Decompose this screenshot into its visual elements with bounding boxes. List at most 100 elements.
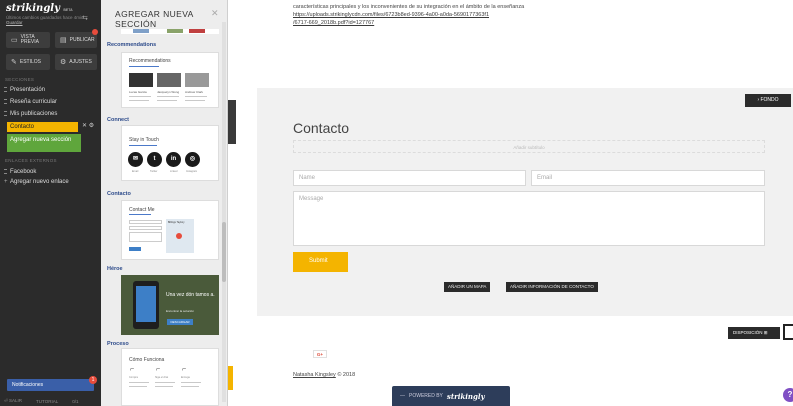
footer-section bbox=[257, 316, 793, 406]
category-recommendations: Recommendations bbox=[107, 42, 157, 48]
autosave-status: Últimos cambios guardados hace 4min. Gua… bbox=[6, 15, 85, 25]
template-card-contact[interactable]: Contact Me Billings Taylory bbox=[121, 200, 219, 260]
card-name: Jacquelyn Wong bbox=[157, 90, 180, 94]
hero-subtitle: Encontrar la solución bbox=[166, 309, 195, 313]
publish-badge bbox=[92, 29, 98, 35]
submit-button[interactable]: Submit bbox=[293, 252, 348, 272]
category-contact: Contacto bbox=[107, 191, 131, 197]
brush-icon: ✎ bbox=[11, 58, 17, 66]
template-card-connect[interactable]: Stay in Touch ✉ t in ◎ Email Twitter Lin… bbox=[121, 125, 219, 181]
strikingly-brand: strikingly bbox=[446, 391, 485, 401]
message-field[interactable]: Message bbox=[293, 191, 765, 246]
name-field[interactable]: Name bbox=[293, 170, 526, 186]
card-subline bbox=[129, 145, 157, 146]
text-line bbox=[157, 100, 177, 101]
card-title: Recommendations bbox=[129, 58, 171, 64]
category-connect: Connect bbox=[107, 117, 129, 123]
layout-button[interactable]: DISPOSICIÓN ⊞ bbox=[728, 327, 780, 339]
icon-label: Instagram bbox=[186, 170, 198, 173]
tutorial-button[interactable]: TUTORIAL bbox=[36, 399, 58, 404]
add-link-button[interactable]: + Agregar nuevo enlace bbox=[0, 179, 101, 195]
email-icon: ✉ bbox=[128, 152, 143, 167]
card-title: Stay in Touch bbox=[129, 137, 159, 143]
icon-label: Twitter bbox=[150, 170, 158, 173]
notifications-button[interactable]: Notificaciones bbox=[7, 379, 94, 391]
copyright: Natasha Kingsley © 2018 bbox=[293, 372, 355, 378]
copyright-name[interactable]: Natasha Kingsley bbox=[293, 372, 336, 378]
text-line bbox=[155, 382, 175, 383]
text-line bbox=[181, 386, 199, 387]
copyright-year: © 2018 bbox=[337, 372, 356, 378]
sidebar-item-contacto[interactable]: Contacto bbox=[7, 122, 78, 132]
background-button[interactable]: › FONDO bbox=[745, 94, 791, 107]
add-map-button[interactable]: AÑADIR UN MAPA bbox=[444, 282, 491, 292]
styles-button[interactable]: ✎ ESTILOS bbox=[6, 54, 50, 70]
step-icon: ⌐ bbox=[156, 366, 161, 373]
text-line bbox=[185, 96, 207, 97]
mini-input bbox=[129, 226, 162, 230]
map-label: Billings Taylory bbox=[168, 221, 185, 224]
add-contact-info-button[interactable]: AÑADIR INFORMACIÓN DE CONTACTO bbox=[506, 282, 598, 292]
step-label: Siga el chat bbox=[155, 376, 169, 379]
section-tab[interactable] bbox=[228, 366, 233, 390]
section-toggle[interactable] bbox=[783, 324, 793, 340]
powered-by-banner[interactable]: — POWERED BY strikingly bbox=[392, 386, 510, 406]
editor-sidebar: strikingly BETA Últimos cambios guardado… bbox=[0, 0, 101, 406]
powered-label: POWERED BY bbox=[409, 393, 443, 399]
share-icon[interactable]: ⇆ bbox=[82, 14, 88, 22]
sidebar-item-presentacion[interactable]: Presentación bbox=[0, 84, 101, 95]
pdf-link-cont[interactable]: /6717-669_2018b.pdf?id=127767 bbox=[293, 20, 374, 26]
sidebar-item-publicaciones[interactable]: Mis publicaciones bbox=[0, 108, 101, 119]
text-line bbox=[157, 96, 179, 97]
step-icon: ⌐ bbox=[182, 366, 187, 373]
publish-button[interactable]: ▤ PUBLICAR bbox=[55, 32, 97, 48]
collapse-icon: — bbox=[400, 393, 405, 399]
card-title: Cómo Funciona bbox=[129, 357, 165, 363]
twitter-icon: t bbox=[147, 152, 162, 167]
delete-icon[interactable]: ✕ bbox=[82, 123, 87, 129]
exit-button[interactable]: ⏎ SALIR bbox=[4, 398, 22, 404]
gear-icon[interactable]: ⚙ bbox=[89, 123, 94, 129]
card-title: Contact Me bbox=[129, 207, 155, 213]
subtitle-placeholder[interactable]: Añadir subtítulo bbox=[293, 140, 765, 153]
drag-handle-icon bbox=[4, 111, 7, 116]
template-card-recommendations[interactable]: Recommendations Lucas Garcia Jacquelyn W… bbox=[121, 52, 219, 108]
contact-title[interactable]: Contacto bbox=[293, 120, 349, 136]
text-line bbox=[129, 386, 147, 387]
sidebar-item-facebook[interactable]: Facebook bbox=[0, 166, 101, 177]
card-subline bbox=[129, 66, 159, 67]
pdf-link[interactable]: https://uploads.strikinglycdn.com/files/… bbox=[293, 12, 489, 18]
portrait-image bbox=[185, 73, 209, 87]
notifications-badge: 1 bbox=[89, 376, 97, 384]
text-line bbox=[181, 382, 201, 383]
hero-button: DESCARGAR bbox=[167, 319, 193, 325]
card-subline bbox=[129, 214, 151, 215]
settings-button[interactable]: ⚙ AJUSTES bbox=[55, 54, 97, 70]
template-card-process[interactable]: Cómo Funciona ⌐ ⌐ ⌐ Compra Siga el chat … bbox=[121, 348, 219, 406]
template-card-hero[interactable]: Una vez dón tamos a. Encontrar la soluci… bbox=[121, 275, 219, 335]
panel-scroll-thumb[interactable] bbox=[222, 222, 226, 282]
category-hero: Héroe bbox=[107, 266, 123, 272]
icon-label: Email bbox=[132, 170, 139, 173]
help-icon[interactable]: ? bbox=[783, 388, 793, 402]
portrait-image bbox=[157, 73, 181, 87]
image-edge bbox=[228, 100, 236, 144]
save-link[interactable]: Guardar bbox=[6, 20, 23, 25]
add-section-button[interactable]: Agregar nueva sección bbox=[7, 134, 81, 152]
sidebar-footer: ⏎ SALIR TUTORIAL 0/1 bbox=[0, 396, 101, 406]
preview-icon: ▭ bbox=[11, 36, 18, 44]
text-line bbox=[185, 100, 205, 101]
panel-scrollbar[interactable] bbox=[222, 22, 226, 402]
linkedin-icon: in bbox=[166, 152, 181, 167]
google-plus-icon[interactable]: G+ bbox=[313, 350, 327, 358]
drag-handle-icon bbox=[4, 87, 7, 92]
publish-icon: ▤ bbox=[60, 36, 67, 44]
preview-button[interactable]: ▭ VISTA PREVIA bbox=[6, 32, 50, 48]
close-icon[interactable]: ✕ bbox=[211, 8, 219, 19]
mini-map: Billings Taylory bbox=[166, 219, 194, 253]
instagram-icon: ◎ bbox=[185, 152, 200, 167]
email-field[interactable]: Email bbox=[531, 170, 765, 186]
sidebar-item-resena[interactable]: Reseña curricular bbox=[0, 96, 101, 107]
panel-title: AGREGAR NUEVA SECCIÓN bbox=[113, 9, 227, 29]
section-controls: ✕ ⚙ bbox=[82, 122, 94, 129]
